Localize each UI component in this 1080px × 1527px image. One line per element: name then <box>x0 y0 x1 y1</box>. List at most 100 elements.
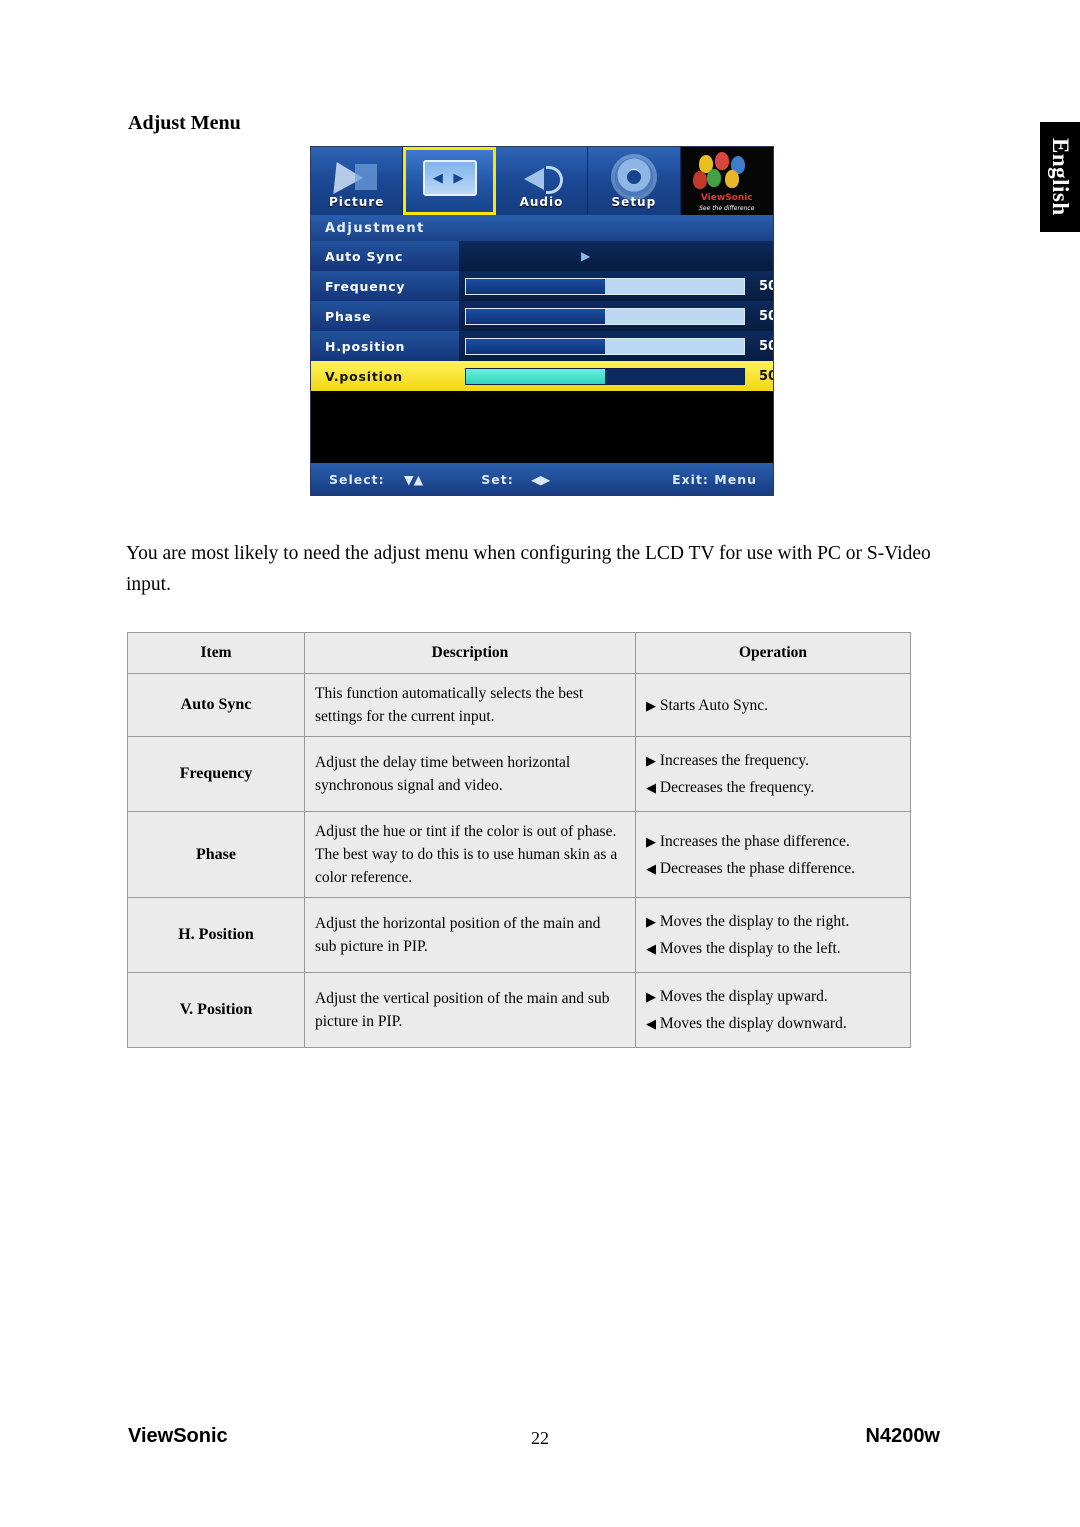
operation-text: Moves the display to the left. <box>659 940 841 957</box>
adjust-icon: ◀ ▶ <box>422 160 477 196</box>
table-row: Auto Sync This function automatically se… <box>127 673 911 737</box>
table-cell-item: Auto Sync <box>127 673 305 737</box>
adjust-menu-table: Item Description Operation Auto Sync Thi… <box>127 632 911 1048</box>
osd-tab-picture[interactable]: Picture <box>311 147 404 215</box>
operation-text: Moves the display upward. <box>659 988 828 1005</box>
osd-icon-bar: Picture ◀ ▶ Audio Setup ViewSonic See th… <box>311 147 773 215</box>
operation-line: ◀ Moves the display to the left. <box>646 937 900 960</box>
operation-text: Increases the phase difference. <box>659 832 850 850</box>
osd-footer-exit: Exit: Menu <box>672 471 757 487</box>
operation-text: Moves the display downward. <box>659 1015 847 1032</box>
arrow-right-icon: ▶ <box>646 989 656 1004</box>
table-cell-item: H. Position <box>127 897 305 973</box>
osd-tab-setup[interactable]: Setup <box>588 147 681 215</box>
operation-line: ◀ Moves the display downward. <box>646 1012 900 1035</box>
operation-line: ▶ Moves the display to the right. <box>646 910 900 933</box>
osd-tab-audio[interactable]: Audio <box>495 147 589 215</box>
table-cell-item: Frequency <box>127 736 305 812</box>
osd-value-h-position: 50 <box>759 338 773 354</box>
osd-tab-audio-label: Audio <box>519 195 564 209</box>
osd-footer-select-label: Select: <box>329 471 385 487</box>
table-row: H. Position Adjust the horizontal positi… <box>127 897 911 973</box>
osd-row-auto-sync-label: Auto Sync <box>311 241 459 271</box>
osd-row-auto-sync-value: ▶ <box>459 241 773 271</box>
table-cell-description: Adjust the hue or tint if the color is o… <box>304 811 636 898</box>
osd-footer-select: Select: ▼▲ <box>329 472 423 487</box>
osd-row-frequency[interactable]: Frequency 50 <box>311 271 773 301</box>
operation-line: ◀ Decreases the frequency. <box>646 776 900 799</box>
viewsonic-wordmark: ViewSonic <box>700 193 753 203</box>
operation-line: ▶ Moves the display upward. <box>646 985 900 1008</box>
table-cell-item: Phase <box>127 811 305 898</box>
operation-text: Moves the display to the right. <box>659 913 850 930</box>
osd-footer-set: Set: ◀▶ <box>481 472 550 487</box>
operation-text: Decreases the phase difference. <box>659 859 855 877</box>
osd-value-frequency: 50 <box>759 278 773 294</box>
table-cell-operation: ▶ Moves the display to the right. ◀ Move… <box>635 897 911 973</box>
osd-row-phase-label: Phase <box>311 301 459 331</box>
table-cell-description: Adjust the vertical position of the main… <box>304 972 636 1048</box>
osd-row-frequency-label: Frequency <box>311 271 459 301</box>
osd-tab-picture-label: Picture <box>329 195 385 209</box>
operation-line: ▶ Starts Auto Sync. <box>646 694 900 717</box>
arrow-left-icon: ◀ <box>646 941 656 956</box>
osd-row-v-position[interactable]: V.position 50 <box>311 361 773 391</box>
table-header-row: Item Description Operation <box>127 632 911 674</box>
arrow-left-icon: ◀ <box>646 860 656 876</box>
set-arrows-icon: ◀▶ <box>531 471 551 487</box>
operation-text: Decreases the frequency. <box>659 779 815 796</box>
operation-line: ▶ Increases the frequency. <box>646 749 900 772</box>
osd-footer-set-label: Set: <box>481 471 514 487</box>
table-cell-operation: ▶ Moves the display upward. ◀ Moves the … <box>635 972 911 1048</box>
table-cell-description: Adjust the horizontal position of the ma… <box>304 897 636 973</box>
table-header-operation: Operation <box>635 632 911 674</box>
table-cell-description: Adjust the delay time between horizontal… <box>304 736 636 812</box>
osd-menu-rows: Auto Sync ▶ Frequency 50 Phase 50 <box>311 241 773 391</box>
osd-footer: Select: ▼▲ Set: ◀▶ Exit: Menu <box>311 463 773 495</box>
arrow-right-icon: ▶ <box>646 697 656 713</box>
table-row: Frequency Adjust the delay time between … <box>127 736 911 812</box>
gear-icon <box>614 158 653 196</box>
operation-text: Increases the frequency. <box>659 752 810 769</box>
arrow-left-icon: ◀ <box>646 780 656 795</box>
table-row: V. Position Adjust the vertical position… <box>127 972 911 1048</box>
osd-tab-setup-label: Setup <box>611 195 657 209</box>
osd-slider-v-position[interactable] <box>465 367 745 385</box>
osd-row-phase[interactable]: Phase 50 <box>311 301 773 331</box>
table-cell-item: V. Position <box>127 972 305 1048</box>
intro-paragraph: You are most likely to need the adjust m… <box>126 543 931 595</box>
table-cell-operation: ▶ Increases the frequency. ◀ Decreases t… <box>635 736 911 812</box>
osd-tab-adjust[interactable]: ◀ ▶ <box>403 147 496 215</box>
table-cell-operation: ▶ Starts Auto Sync. <box>635 673 911 737</box>
table-header-item: Item <box>127 632 305 674</box>
osd-row-h-position-label: H.position <box>311 331 459 361</box>
table-row: Phase Adjust the hue or tint if the colo… <box>127 811 911 898</box>
table-header-description: Description <box>304 632 636 674</box>
table-cell-description: This function automatically selects the … <box>304 673 636 737</box>
osd-row-h-position[interactable]: H.position 50 <box>311 331 773 361</box>
osd-menu-title: Adjustment <box>311 215 773 241</box>
language-tab-label: English <box>1048 138 1073 216</box>
language-tab: English <box>1040 122 1080 232</box>
operation-line: ◀ Decreases the phase difference. <box>646 857 900 880</box>
osd-value-v-position: 50 <box>759 368 773 384</box>
page-title: Adjust Menu <box>128 112 241 134</box>
arrow-right-icon: ▶ <box>646 753 656 768</box>
osd-screenshot: Picture ◀ ▶ Audio Setup ViewSonic See th… <box>310 146 774 496</box>
osd-slider-h-position[interactable] <box>465 337 745 355</box>
osd-row-v-position-label: V.position <box>311 361 459 391</box>
footer-model: N4200w <box>865 1425 941 1447</box>
audio-icon <box>518 160 564 194</box>
osd-slider-phase[interactable] <box>465 307 745 325</box>
osd-value-phase: 50 <box>759 308 773 324</box>
viewsonic-logo: ViewSonic See the difference <box>680 147 773 215</box>
osd-brand-logo: ViewSonic See the difference <box>680 147 773 215</box>
osd-row-auto-sync[interactable]: Auto Sync ▶ <box>311 241 773 271</box>
viewsonic-tagline: See the difference <box>699 205 755 212</box>
picture-icon <box>333 160 381 194</box>
table-cell-operation: ▶ Increases the phase difference. ◀ Decr… <box>635 811 911 898</box>
chevron-right-icon: ▶ <box>581 249 591 263</box>
osd-slider-frequency[interactable] <box>465 277 745 295</box>
select-arrows-icon: ▼▲ <box>404 471 424 487</box>
arrow-right-icon: ▶ <box>646 833 656 849</box>
